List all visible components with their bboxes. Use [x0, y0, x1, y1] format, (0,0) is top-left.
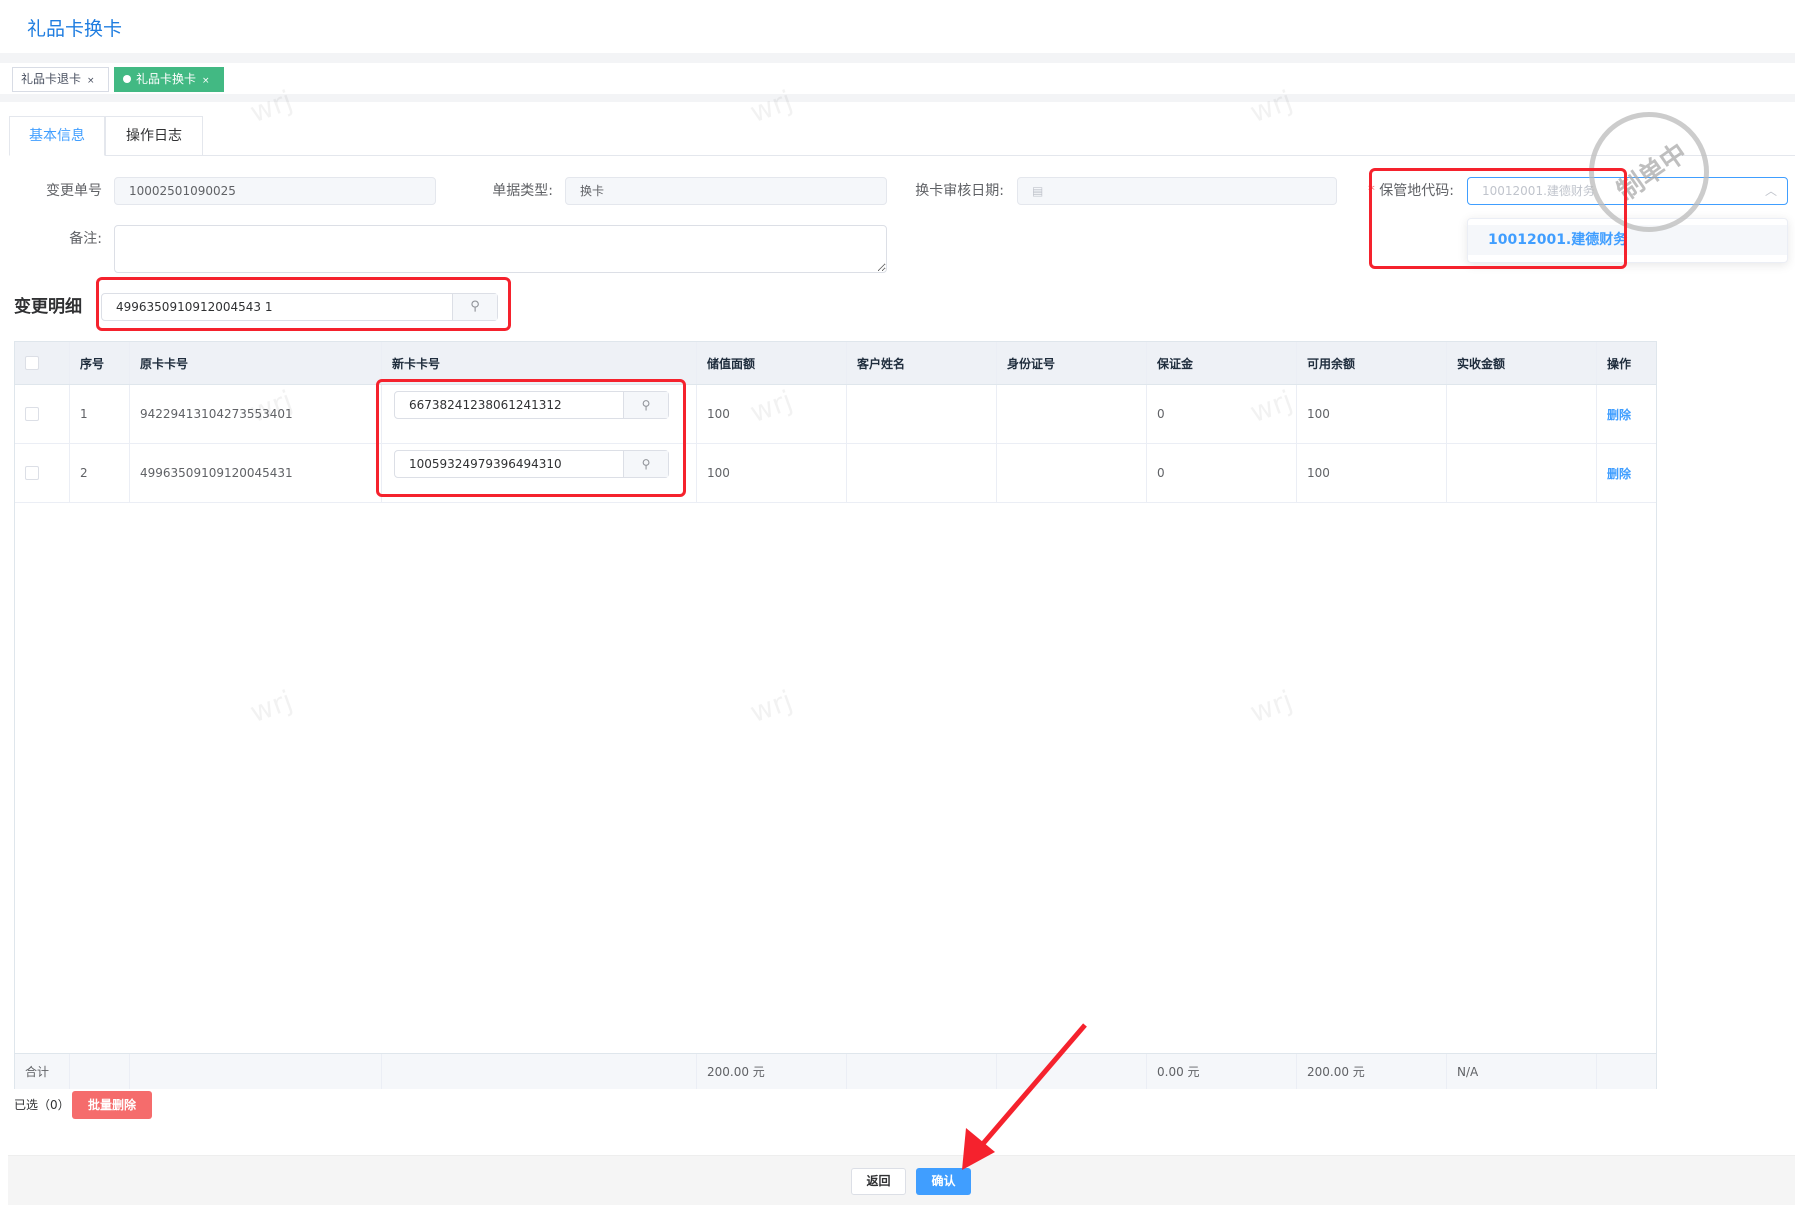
arrow-shaft — [973, 1023, 1087, 1155]
annotation-arrow — [962, 1023, 1087, 1170]
